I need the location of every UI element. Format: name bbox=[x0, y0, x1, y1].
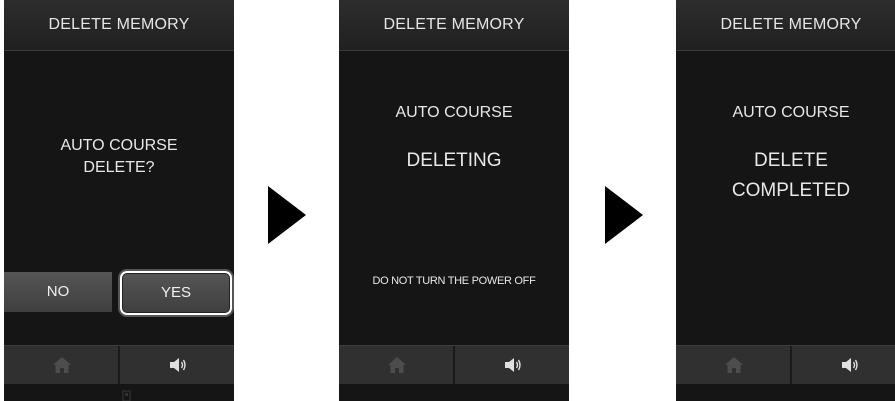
no-button[interactable]: NO bbox=[4, 272, 112, 312]
deleting-status: DELETING bbox=[406, 150, 502, 171]
speaker-icon bbox=[170, 358, 186, 372]
volume-button[interactable] bbox=[455, 346, 569, 384]
document-icon bbox=[122, 390, 131, 401]
home-icon bbox=[53, 357, 71, 373]
yes-button[interactable]: YES bbox=[120, 271, 232, 315]
home-button[interactable] bbox=[4, 346, 118, 384]
next-step-arrow bbox=[605, 186, 643, 244]
screen-header: DELETE MEMORY bbox=[4, 0, 234, 51]
completed-status-line2: COMPLETED bbox=[731, 180, 851, 201]
next-step-arrow bbox=[268, 186, 306, 244]
bottom-nav-bar bbox=[676, 345, 895, 384]
confirm-message: AUTO COURSE DELETE? bbox=[4, 135, 234, 179]
confirm-message-line2: DELETE? bbox=[83, 159, 155, 176]
screen-header: DELETE MEMORY bbox=[339, 0, 569, 51]
home-button[interactable] bbox=[339, 346, 453, 384]
home-icon bbox=[388, 357, 406, 373]
delete-completed-screen: DELETE MEMORY AUTO COURSE DELETE COMPLET… bbox=[676, 0, 895, 401]
confirm-delete-screen: DELETE MEMORY AUTO COURSE DELETE? NO YES bbox=[4, 0, 234, 401]
deleting-screen: DELETE MEMORY AUTO COURSE DELETING DO NO… bbox=[339, 0, 569, 401]
completed-status: DELETE COMPLETED bbox=[676, 146, 895, 206]
power-warning: DO NOT TURN THE POWER OFF bbox=[372, 275, 536, 287]
bottom-nav-bar bbox=[4, 345, 234, 384]
volume-button[interactable] bbox=[120, 346, 234, 384]
home-icon bbox=[725, 357, 743, 373]
speaker-icon bbox=[842, 358, 858, 372]
completed-status-line1: DELETE bbox=[754, 150, 828, 171]
bottom-nav-bar bbox=[339, 345, 569, 384]
course-title: AUTO COURSE bbox=[732, 104, 850, 121]
confirm-message-line1: AUTO COURSE bbox=[60, 137, 178, 154]
home-button[interactable] bbox=[676, 346, 790, 384]
course-title: AUTO COURSE bbox=[395, 104, 513, 121]
volume-button[interactable] bbox=[792, 346, 895, 384]
screen-header: DELETE MEMORY bbox=[676, 0, 895, 51]
speaker-icon bbox=[505, 358, 521, 372]
